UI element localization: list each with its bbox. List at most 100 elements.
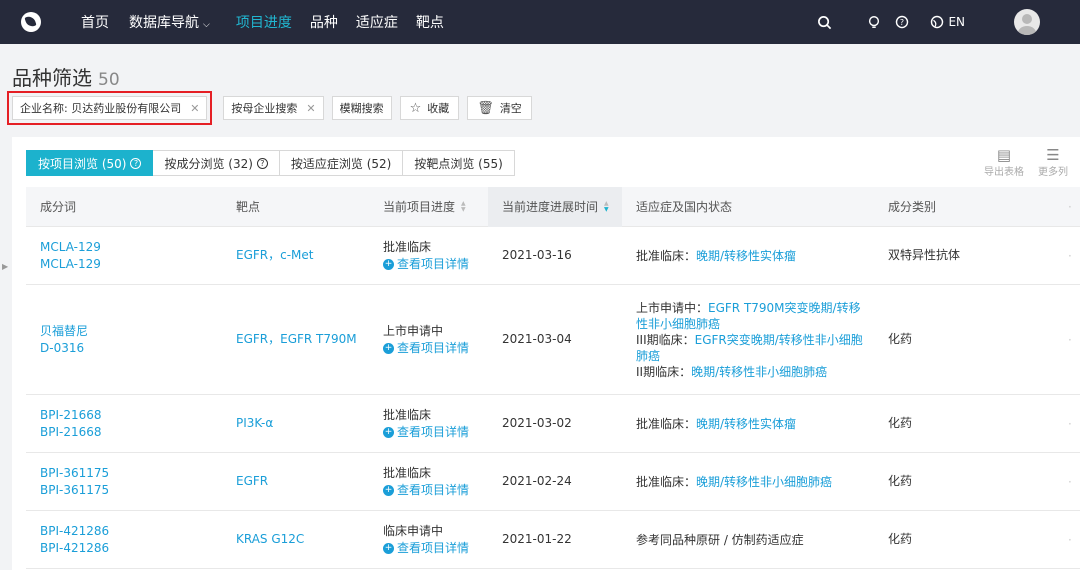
indication-link[interactable]: 晚期/转移性非小细胞肺癌 [696, 475, 832, 489]
sort-icon[interactable]: ▲ ▼ [461, 200, 466, 213]
category-cell: 化药 [888, 532, 913, 546]
indication-status: 批准临床： [636, 474, 697, 489]
ingredient-name-link[interactable]: MCLA-129 [40, 239, 222, 256]
header-ingredient: 成分词 [40, 200, 77, 214]
table-header: 成分词 靶点 当前项目进度 ▲ ▼ 当前进度进展时间 ▲ ▼ 适应症及国内状态 成分类别… [26, 186, 1080, 227]
chevron-down-icon: ⌵ [203, 20, 210, 30]
sidebar-expand-icon[interactable]: ▶ [2, 262, 8, 271]
ingredient-cell: BPI-421286 BPI-421286 [26, 523, 222, 557]
target-link[interactable]: EGFR，c-Met [236, 248, 314, 262]
logo-icon[interactable] [21, 12, 41, 32]
view-detail-link[interactable]: + 查看项目详情 [383, 256, 488, 273]
tab-by-ingredient[interactable]: 按成分浏览 (32)? [153, 150, 280, 176]
search-icon[interactable] [817, 15, 832, 30]
ingredient-name-link[interactable]: BPI-21668 [40, 407, 222, 424]
tab-by-project[interactable]: 按项目浏览 (50)? [26, 150, 154, 176]
table-row: BPI-361175 BPI-361175 EGFR 批准临床 + 查看项目详情 2021-… [26, 453, 1080, 511]
export-table-label: 导出表格 [984, 167, 1024, 178]
target-cell: KRAS G12C [222, 531, 369, 548]
indication-link[interactable]: 晚期/转移性实体瘤 [696, 249, 796, 263]
company-filter-chip[interactable]: 企业名称: 贝达药业股份有限公司 ✕ [6, 91, 213, 125]
indication-cell: 批准临床：晚期/转移性实体瘤 [622, 416, 874, 432]
progress-status: 临床申请中 [383, 523, 444, 538]
indication-status: II期临床： [636, 364, 692, 379]
help-icon: ? [130, 157, 142, 169]
table-icon: ▤ [996, 146, 1012, 164]
language-switch[interactable]: EN [930, 15, 965, 29]
indication-entry: 批准临床：晚期/转移性实体瘤 [636, 248, 864, 264]
target-cell: PI3K-α [222, 415, 369, 432]
ingredient-code-link[interactable]: BPI-421286 [40, 540, 222, 557]
ingredient-name-link[interactable]: 贝福替尼 [40, 323, 222, 340]
parent-company-search-chip[interactable]: 按母企业搜索 ✕ [223, 96, 324, 120]
nav-indication[interactable]: 适应症 [356, 12, 398, 32]
nav-project-progress[interactable]: 项目进度 [236, 12, 292, 32]
category-cell: 双特异性抗体 [888, 248, 961, 262]
category-cell: 化药 [888, 416, 913, 430]
filter-bar: 企业名称: 贝达药业股份有限公司 ✕ 按母企业搜索 ✕ 模糊搜索 ☆ 收藏 🗑 … [6, 91, 540, 125]
table-body: MCLA-129 MCLA-129 EGFR，c-Met 批准临床 + 查看项目详情 202… [26, 227, 1080, 569]
nav-database[interactable]: 数据库导航 ⌵ [129, 12, 210, 32]
plus-icon: + [383, 342, 394, 354]
sort-icon[interactable]: ▲ ▼ [604, 200, 609, 213]
indication-entry: 批准临床：晚期/转移性实体瘤 [636, 416, 864, 432]
export-table-button[interactable]: ▤ 导出表格 [984, 147, 1024, 178]
ingredient-name-link[interactable]: BPI-361175 [40, 465, 222, 482]
progress-cell: 批准临床 + 查看项目详情 [369, 465, 488, 499]
overflow-cell: · [1068, 474, 1072, 489]
main-nav: 首页 数据库导航 ⌵ 项目进度 品种 适应症 靶点 [81, 12, 462, 32]
tab-by-project-label: 按项目浏览 (50) [38, 156, 127, 171]
tab-by-target-label: 按靶点浏览 (55) [414, 156, 503, 171]
indication-entry: 参考同品种原研 / 仿制药适应症 [636, 532, 864, 548]
view-detail-link[interactable]: + 查看项目详情 [383, 340, 488, 357]
table-row: BPI-421286 BPI-421286 KRAS G12C 临床申请中 + 查看项目详… [26, 511, 1080, 569]
nav-target[interactable]: 靶点 [416, 12, 444, 32]
view-detail-label: 查看项目详情 [397, 540, 470, 555]
indication-status: 批准临床： [636, 248, 697, 263]
nav-variety[interactable]: 品种 [310, 12, 338, 32]
clear-button[interactable]: 🗑 清空 [467, 96, 532, 120]
header-time[interactable]: 当前进度进展时间 ▲ ▼ [488, 186, 622, 227]
indication-link[interactable]: 晚期/转移性实体瘤 [696, 417, 796, 431]
view-detail-link[interactable]: + 查看项目详情 [383, 424, 488, 441]
ingredient-cell: 贝福替尼 D-0316 [26, 323, 222, 357]
header-progress[interactable]: 当前项目进度 ▲ ▼ [369, 198, 488, 215]
overflow-cell: · [1068, 416, 1072, 431]
close-icon[interactable]: ✕ [306, 102, 315, 115]
more-columns-button[interactable]: ☰ 更多列 [1038, 147, 1068, 178]
help-icon[interactable]: ? [895, 15, 909, 29]
ingredient-code-link[interactable]: D-0316 [40, 340, 222, 357]
view-detail-link[interactable]: + 查看项目详情 [383, 540, 488, 557]
table-tools: ▤ 导出表格 ☰ 更多列 [984, 147, 1068, 178]
indication-link[interactable]: 晚期/转移性非小细胞肺癌 [691, 365, 827, 379]
plus-icon: + [383, 484, 394, 496]
fuzzy-search-button[interactable]: 模糊搜索 [331, 96, 392, 120]
tab-by-target[interactable]: 按靶点浏览 (55) [403, 150, 515, 176]
nav-home[interactable]: 首页 [81, 12, 109, 32]
ingredient-code-link[interactable]: BPI-361175 [40, 482, 222, 499]
indication-status: 批准临床： [636, 416, 697, 431]
close-icon[interactable]: ✕ [190, 102, 199, 115]
user-avatar[interactable] [1014, 9, 1040, 35]
tab-by-indication[interactable]: 按适应症浏览 (52) [279, 150, 404, 176]
indication-entry: III期临床：EGFR突变晚期/转移性非小细胞肺癌 [636, 332, 864, 364]
header-target: 靶点 [236, 200, 261, 214]
target-cell: EGFR [222, 473, 369, 490]
view-detail-link[interactable]: + 查看项目详情 [383, 482, 488, 499]
ingredient-code-link[interactable]: BPI-21668 [40, 424, 222, 441]
indication-cell: 上市申请中：EGFR T790M突变晚期/转移性非小细胞肺癌 III期临床：EGF… [622, 300, 874, 380]
target-link[interactable]: EGFR [236, 474, 268, 488]
view-detail-label: 查看项目详情 [397, 256, 470, 271]
target-link[interactable]: KRAS G12C [236, 532, 304, 546]
category-cell: 化药 [888, 332, 913, 346]
page-title-text: 品种筛选 [12, 66, 92, 90]
lightbulb-icon[interactable] [867, 15, 881, 29]
target-link[interactable]: PI3K-α [236, 416, 273, 430]
ingredient-cell: BPI-21668 BPI-21668 [26, 407, 222, 441]
top-nav-bar: 首页 数据库导航 ⌵ 项目进度 品种 适应症 靶点 ? EN [0, 0, 1080, 44]
progress-cell: 临床申请中 + 查看项目详情 [369, 523, 488, 557]
target-link[interactable]: EGFR，EGFR T790M [236, 332, 357, 346]
ingredient-name-link[interactable]: BPI-421286 [40, 523, 222, 540]
favorite-button[interactable]: ☆ 收藏 [399, 96, 460, 120]
ingredient-code-link[interactable]: MCLA-129 [40, 256, 222, 273]
